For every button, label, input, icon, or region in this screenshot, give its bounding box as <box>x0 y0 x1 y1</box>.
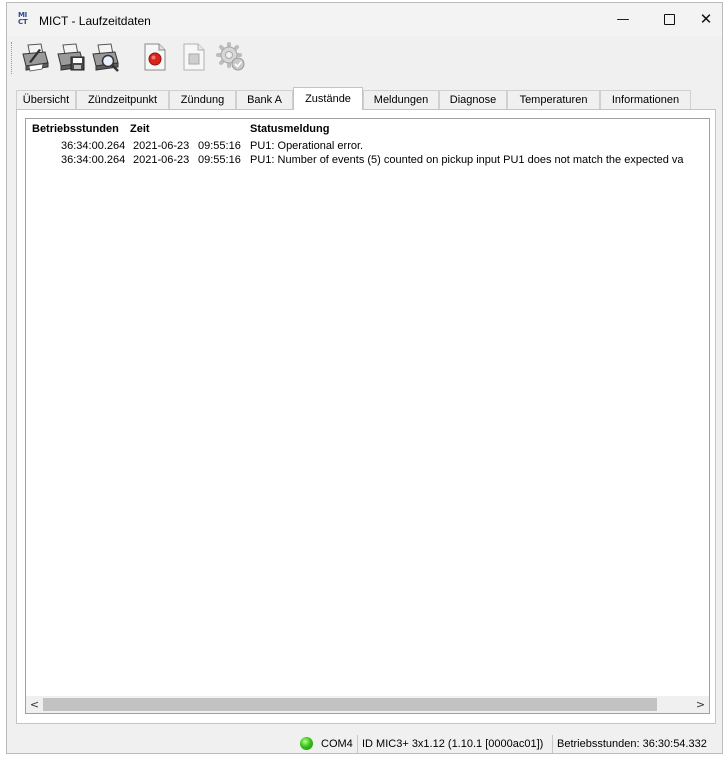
stop-icon <box>183 43 205 71</box>
scroll-thumb[interactable] <box>43 698 657 711</box>
scroll-left-button[interactable]: < <box>26 696 43 713</box>
print-save-button[interactable] <box>54 41 86 73</box>
close-button[interactable]: ✕ <box>688 3 724 36</box>
column-header-zeit[interactable]: Zeit <box>130 123 150 135</box>
tab-diagnose[interactable]: Diagnose <box>439 90 507 109</box>
settings-button[interactable] <box>215 41 247 73</box>
tab-informationen[interactable]: Informationen <box>600 90 691 109</box>
app-icon: MI CT <box>18 11 28 26</box>
toolbar-grip[interactable] <box>11 42 15 74</box>
status-bar: COM4 ID MIC3+ 3x1.12 (1.10.1 [0000ac01])… <box>7 733 722 755</box>
tab-panel-zustaende: Betriebsstunden Zeit Statusmeldung 36:34… <box>16 109 716 724</box>
status-device-id: ID MIC3+ 3x1.12 (1.10.1 [0000ac01]) <box>362 738 544 750</box>
cell-message: PU1: Number of events (5) counted on pic… <box>250 154 684 166</box>
main-window: MI CT MICT - Laufzeitdaten — ✕ Übersicht… <box>6 2 723 754</box>
stop-button[interactable] <box>177 41 209 73</box>
status-port: COM4 <box>321 738 353 750</box>
tab-zuendung[interactable]: Zündung <box>169 90 236 109</box>
settings-gear-icon <box>216 42 245 71</box>
print-save-icon <box>57 43 85 71</box>
tab-temperaturen[interactable]: Temperaturen <box>507 90 600 109</box>
list-row[interactable]: 36:34:00.264 2021-06-23 09:55:16 PU1: Nu… <box>26 154 709 168</box>
print-preview-icon <box>92 43 119 72</box>
status-separator <box>552 735 553 753</box>
tab-zustaende[interactable]: Zustände <box>293 87 363 110</box>
print-button[interactable] <box>19 41 51 73</box>
tab-uebersicht[interactable]: Übersicht <box>16 90 76 109</box>
list-header: Betriebsstunden Zeit Statusmeldung <box>26 119 709 137</box>
cell-hours: 36:34:00.264 <box>61 140 126 152</box>
printer-icon <box>22 43 49 72</box>
tab-zuendzeitpunkt[interactable]: Zündzeitpunkt <box>76 90 169 109</box>
column-header-statusmeldung[interactable]: Statusmeldung <box>250 123 329 135</box>
status-separator <box>357 735 358 753</box>
scroll-right-button[interactable]: > <box>692 696 709 713</box>
cell-message: PU1: Operational error. <box>250 140 364 152</box>
tab-bank-a[interactable]: Bank A <box>236 90 293 109</box>
record-button[interactable] <box>138 41 170 73</box>
connection-status-icon <box>300 737 313 750</box>
cell-time: 09:55:16 <box>198 154 241 166</box>
toolbar <box>7 36 722 81</box>
window-title: MICT - Laufzeitdaten <box>39 14 151 28</box>
minimize-button[interactable]: — <box>600 3 646 36</box>
horizontal-scrollbar[interactable]: < > <box>26 696 709 713</box>
status-list[interactable]: Betriebsstunden Zeit Statusmeldung 36:34… <box>25 118 710 714</box>
print-preview-button[interactable] <box>89 41 121 73</box>
tab-meldungen[interactable]: Meldungen <box>363 90 439 109</box>
title-bar: MI CT MICT - Laufzeitdaten — ✕ <box>7 3 722 36</box>
list-row[interactable]: 36:34:00.264 2021-06-23 09:55:16 PU1: Op… <box>26 140 709 154</box>
cell-date: 2021-06-23 <box>133 154 190 166</box>
cell-date: 2021-06-23 <box>133 140 190 152</box>
record-icon <box>144 43 166 71</box>
cell-time: 09:55:16 <box>198 140 241 152</box>
cell-hours: 36:34:00.264 <box>61 154 126 166</box>
maximize-button[interactable] <box>646 3 692 36</box>
maximize-icon <box>663 14 675 25</box>
column-header-betriebsstunden[interactable]: Betriebsstunden <box>32 123 119 135</box>
status-operating-hours: Betriebsstunden: 36:30:54.332 <box>557 738 707 750</box>
